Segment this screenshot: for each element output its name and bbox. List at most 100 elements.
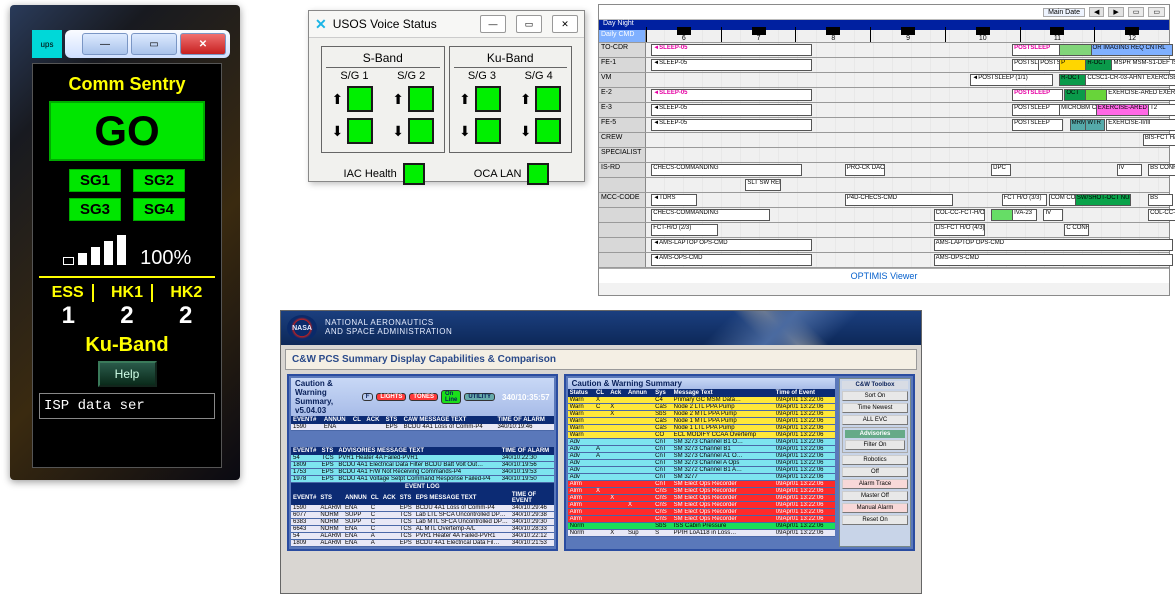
activity-block[interactable]: EXERCISE-II/III [1106,119,1175,131]
activity-block[interactable]: P4D-CHECS-CMD [845,194,954,206]
iac-health-box[interactable] [403,163,425,185]
pill-f[interactable]: F [362,393,374,401]
filter-button[interactable]: Filter On [845,440,905,450]
table-row[interactable]: 6077NORMSUPPCTCSLab LTL SFCA Uncontrolle… [291,512,554,519]
activity-block[interactable]: SLT SW RERT1 [745,179,780,191]
sg2-down-box[interactable] [408,118,434,144]
table-row[interactable]: AdvCnTSM 3272 Channel B1 A…09Apr01 13:22… [568,467,835,474]
table-row[interactable]: WarnXSbSNode 2 MTL PPA Pump09Apr01 13:22… [568,411,835,418]
pill-utility[interactable]: UTILITY [464,393,495,401]
activity-block[interactable]: T2 [1148,104,1175,116]
row-track[interactable]: ◄AMS-LAPTOP OPS-CMDAMS-LAPTOP OPS-CMD [646,238,1169,252]
row-track[interactable]: CHECS-COMMANDINGPRO-CK DACTDPCIVBS CONF [646,163,1169,177]
table-row[interactable]: NormXSupSPPIH LoA118 in Loss…09Apr01 13:… [568,530,835,537]
off-button[interactable]: Off [842,467,908,477]
reset-button[interactable]: Reset On [842,515,908,525]
activity-block[interactable]: MICROBM CRT-INST [1059,104,1100,116]
activity-block[interactable]: LIS-FCT H/O (4/3) [934,224,985,236]
activity-block[interactable]: BIS-FCT H/O CDR [1143,134,1175,146]
activity-block[interactable]: ◄POSTSLEEP (1/1) [970,74,1052,86]
manual-alarm-button[interactable]: Manual Alarm [842,503,908,513]
activity-block[interactable]: ◄SLEEP-05 [651,104,812,116]
activity-block[interactable]: WTR [1085,119,1105,131]
table-row[interactable]: WarnCOECL MODIFY CCAA Overtemp09Apr01 13… [568,432,835,439]
pill-tones[interactable]: TONES [409,393,438,401]
activity-block[interactable]: CHECS-COMMANDING [651,209,770,221]
table-row[interactable]: NormSbSISS Cabin Pressure09Apr01 13:22:0… [568,523,835,530]
activity-block[interactable]: POSTSLEEP [1012,119,1063,131]
activity-block[interactable]: MSPR MSM-S1-DEF IS CREW EXERCISE-E/J [1111,59,1175,71]
sg4-up-box[interactable] [535,86,561,112]
minimize-button[interactable]: — [82,33,128,55]
sg3-up-box[interactable] [475,86,501,112]
activity-block[interactable]: FCT-H/O (2/3) [651,224,718,236]
activity-block[interactable]: ◄SLEEP-05 [651,59,812,71]
minimize-button[interactable]: — [480,15,506,33]
all-evc-button[interactable]: ALL EVC [842,415,908,425]
activity-block[interactable]: POSTSLEEP [1012,89,1063,101]
activity-block[interactable]: FCT H/O (3/3) [1002,194,1048,206]
master-off-button[interactable]: Master Off [842,491,908,501]
oca-lan-box[interactable] [527,163,549,185]
row-track[interactable]: ◄SLEEP-05POSTSLEEPMRMWTREXERCISE-II/III [646,118,1169,132]
maximize-button[interactable]: ▭ [516,15,542,33]
activity-block[interactable]: ◄SLEEP-05 [651,119,812,131]
activity-block[interactable]: CHECS-COMMANDING [651,164,801,176]
sort-button[interactable]: Sort On [842,391,908,401]
date-next[interactable]: ▶ [1108,7,1123,17]
table-row[interactable]: 1978EPSBCDU 4A1 Voltage Setpt Command Re… [291,476,554,483]
table-row[interactable]: 1809ALARMENAAEPSBCDU 4A1 Electrical Data… [291,540,554,547]
activity-block[interactable]: ◄TDRS [651,194,697,206]
activity-block[interactable]: C CONFG [1064,224,1089,236]
row-track[interactable]: BIS-FCT H/O CDR [646,133,1169,147]
activity-block[interactable]: AMS-OPS-CMD [934,254,1173,266]
row-track[interactable]: ◄SLEEP-05POSTSLEEPOR IMAGING REQ CNTRL [646,43,1169,57]
activity-block[interactable]: SW/SHOT-OCT NUM/BD [1075,194,1131,206]
main-date-button[interactable]: Main Date [1043,8,1085,17]
activity-block[interactable]: DPC [991,164,1011,176]
sg4-down-box[interactable] [535,118,561,144]
row-track[interactable]: ◄SLEEP-05 POSTSLEEPMICROBM CRT-INSTEXERCI… [646,103,1169,117]
zoom1[interactable]: ▭ [1128,7,1145,17]
row-track[interactable]: ◄AMS-OPS-CMDAMS-OPS-CMD [646,253,1169,267]
row-track[interactable]: ◄SLEEP-05POSTSLPOSTSLPR-OCTMSPR MSM-S1-D… [646,58,1169,72]
row-track[interactable]: SLT SW RERT1 [646,178,1169,192]
table-row[interactable]: 1590ALARMENACEPSBCDU 4A1 Loss of Comm-P4… [291,505,554,512]
row-track[interactable] [646,148,1169,162]
activity-block[interactable]: BS [1148,194,1173,206]
activity-block[interactable]: ◄AMS-OPS-CMD [651,254,812,266]
maximize-button[interactable]: ▭ [131,33,177,55]
alarm-trace-button[interactable]: Alarm Trace [842,479,908,489]
table-row[interactable]: 1753EPSBCDU 4A1 F/W Not Receiving Comman… [291,469,554,476]
table-row[interactable]: WarnCaSNode 1 LTL PPA Pump09Apr01 13:22:… [568,425,835,432]
activity-block[interactable]: POSTSLEEP [1012,44,1063,56]
row-track[interactable]: ◄TDRSP4D-CHECS-CMDFCT H/O (3/3)COM COSW/… [646,193,1169,207]
table-row[interactable]: AdvCnTSM 3273 Channel A Ops09Apr01 13:22… [568,460,835,467]
sg2-up-box[interactable] [408,86,434,112]
activity-block[interactable]: ◄AMS-LAPTOP OPS-CMD [651,239,812,251]
sg3-down-box[interactable] [475,118,501,144]
help-button[interactable]: Help [98,361,157,387]
activity-block[interactable] [1059,44,1094,56]
activity-block[interactable]: BS CONF [1148,164,1175,176]
table-row[interactable]: 1590ENAEPSBCDU 4A1 Loss of Comm-P4340/10… [291,424,554,431]
activity-block[interactable]: CCSC1-CR-03-AHNT EXERCISE-E/J-2 [1085,74,1175,86]
activity-block[interactable]: ◄SLEEP-05 [651,89,812,101]
activity-block[interactable]: COL-CC-FCT H/O [1148,209,1175,221]
table-row[interactable]: AdvCnTSM 3273 Channel B1 O…09Apr01 13:22… [568,439,835,446]
activity-block[interactable]: COL-CC-FCT-H/O (1/1) [934,209,985,221]
table-row[interactable]: AdvACnTSM 3273 Channel B109Apr01 13:22:0… [568,446,835,453]
close-button[interactable]: ✕ [552,15,578,33]
activity-block[interactable]: POSTSLEEP [1012,104,1063,116]
row-track[interactable]: ◄POSTSLEEP (1/1)R-OCTCCSC1-CR-03-AHNT EX… [646,73,1169,87]
table-row[interactable]: AlrmCnSSM Elect Ops Recorder09Apr01 13:2… [568,509,835,516]
sg1-down-box[interactable] [347,118,373,144]
pill-lights[interactable]: LIGHTS [376,393,406,401]
zoom2[interactable]: ▭ [1148,7,1165,17]
activity-block[interactable]: EXERCISE-ARED [1096,104,1152,116]
activity-block[interactable]: IVA-23 [1012,209,1037,221]
activity-block[interactable]: PRO-CK DACT [845,164,886,176]
table-row[interactable]: 1809EPSBCDU 4A1 Electrical Data Filter B… [291,462,554,469]
table-row[interactable]: AlrmXCnSSM Elect Ops Recorder09Apr01 13:… [568,502,835,509]
activity-block[interactable]: IV [1117,164,1142,176]
